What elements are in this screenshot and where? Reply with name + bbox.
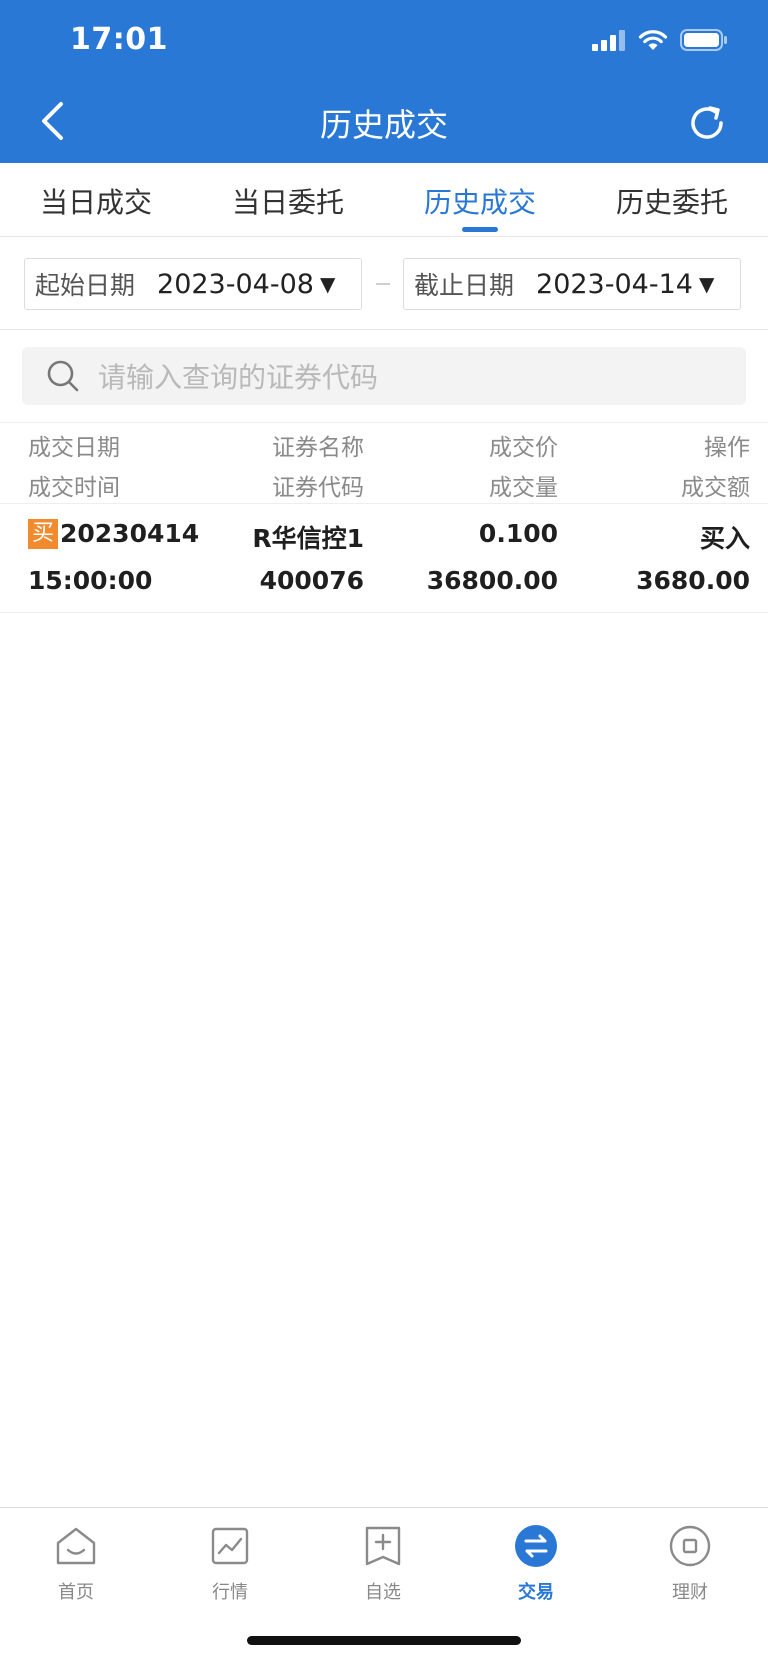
row-security-code: 400076 bbox=[259, 566, 364, 595]
home-indicator[interactable] bbox=[247, 1636, 521, 1645]
caret-down-icon: ▼ bbox=[698, 272, 715, 296]
nav-label-finance: 理财 bbox=[672, 1582, 708, 1603]
row-security-name: R华信控1 bbox=[252, 524, 364, 553]
search-row: 请输入查询的证券代码 bbox=[0, 331, 768, 423]
refresh-button[interactable] bbox=[682, 98, 732, 148]
row-volume: 36800.00 bbox=[426, 566, 558, 595]
nav-item-finance[interactable]: 理财 bbox=[640, 1524, 740, 1604]
header-trade-time: 成交时间 bbox=[28, 475, 120, 501]
header-security-name: 证券名称 bbox=[272, 435, 364, 461]
row-date: 20230414 bbox=[60, 519, 200, 548]
search-input[interactable]: 请输入查询的证券代码 bbox=[22, 347, 746, 405]
row-date-cell: 买 20230414 bbox=[28, 519, 199, 549]
header-trade-volume: 成交量 bbox=[489, 475, 558, 501]
nav-item-trade[interactable]: 交易 bbox=[486, 1524, 586, 1604]
battery-icon bbox=[680, 28, 728, 56]
tab-bar: 当日成交 当日委托 历史成交 历史委托 bbox=[0, 163, 768, 237]
nav-item-home[interactable]: 首页 bbox=[26, 1524, 126, 1604]
refresh-icon bbox=[691, 106, 723, 139]
wifi-icon bbox=[638, 29, 668, 55]
end-date-label: 截止日期 bbox=[414, 271, 515, 300]
chart-icon bbox=[208, 1524, 252, 1568]
search-placeholder: 请输入查询的证券代码 bbox=[98, 361, 379, 394]
swap-icon bbox=[514, 1524, 558, 1568]
coin-icon bbox=[668, 1524, 712, 1568]
tab-today-orders[interactable]: 当日委托 bbox=[192, 163, 384, 236]
header-trade-price: 成交价 bbox=[489, 435, 558, 461]
caret-down-icon: ▼ bbox=[319, 272, 336, 296]
row-amount: 3680.00 bbox=[636, 566, 750, 595]
header-security-code: 证券代码 bbox=[272, 475, 364, 501]
status-time: 17:01 bbox=[70, 22, 168, 57]
nav-label-watchlist: 自选 bbox=[365, 1582, 401, 1603]
date-range-row: 起始日期 2023-04-08 ▼ 截止日期 2023-04-14 ▼ bbox=[0, 238, 768, 330]
status-icons bbox=[592, 28, 728, 56]
header-trade-date: 成交日期 bbox=[28, 435, 120, 461]
start-date-value: 2023-04-08 bbox=[157, 268, 314, 300]
tab-history-orders[interactable]: 历史委托 bbox=[576, 163, 768, 236]
start-date-picker[interactable]: 起始日期 2023-04-08 ▼ bbox=[24, 258, 362, 310]
tab-today-trades[interactable]: 当日成交 bbox=[0, 163, 192, 236]
nav-label-market: 行情 bbox=[212, 1582, 248, 1603]
top-bar: 17:01 历史成交 bbox=[0, 0, 768, 163]
tab-history-trades[interactable]: 历史成交 bbox=[384, 163, 576, 236]
header-trade-amount: 成交额 bbox=[681, 475, 750, 501]
table-header: 成交日期 证券名称 成交价 操作 成交时间 证券代码 成交量 成交额 bbox=[0, 424, 768, 504]
row-time: 15:00:00 bbox=[28, 566, 153, 595]
add-bookmark-icon bbox=[361, 1524, 405, 1568]
nav-item-watchlist[interactable]: 自选 bbox=[333, 1524, 433, 1604]
start-date-label: 起始日期 bbox=[35, 271, 136, 300]
row-action: 买入 bbox=[699, 524, 750, 553]
home-icon bbox=[54, 1524, 98, 1568]
search-icon bbox=[47, 360, 79, 392]
nav-label-home: 首页 bbox=[58, 1582, 94, 1603]
page-title: 历史成交 bbox=[319, 106, 448, 144]
buy-badge: 买 bbox=[28, 519, 58, 549]
end-date-value: 2023-04-14 bbox=[536, 268, 693, 300]
date-separator bbox=[376, 283, 390, 285]
end-date-picker[interactable]: 截止日期 2023-04-14 ▼ bbox=[403, 258, 741, 310]
row-price: 0.100 bbox=[478, 519, 558, 548]
nav-item-market[interactable]: 行情 bbox=[180, 1524, 280, 1604]
header-action: 操作 bbox=[704, 435, 750, 461]
cellular-signal-icon bbox=[592, 29, 626, 55]
nav-label-trade: 交易 bbox=[518, 1582, 554, 1603]
table-row[interactable]: 买 20230414 R华信控1 0.100 买入 15:00:00 400076… bbox=[0, 505, 768, 613]
